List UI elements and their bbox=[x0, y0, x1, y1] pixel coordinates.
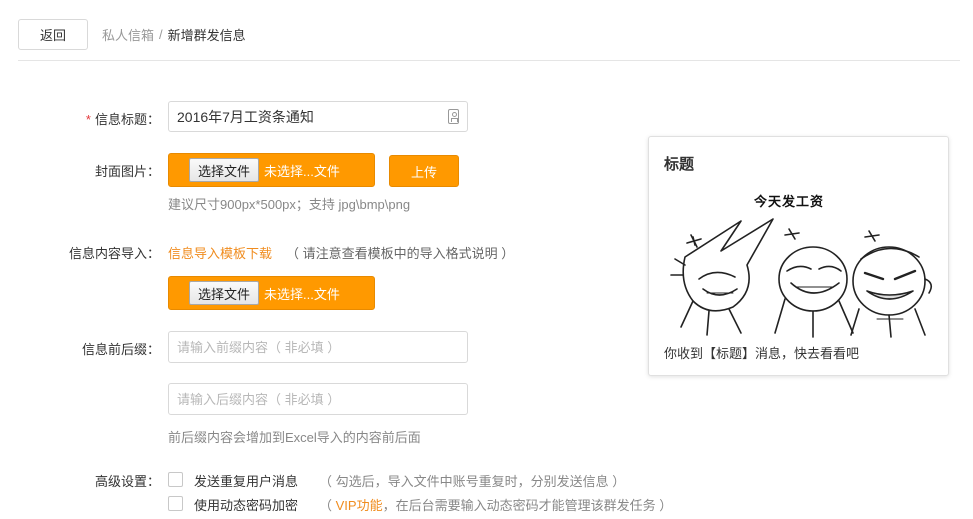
id-card-icon[interactable] bbox=[448, 109, 459, 124]
cover-file-picker[interactable]: 选择文件 未选择...文件 bbox=[168, 153, 375, 187]
message-preview-card: 标题 今天发工资 你收到【标题】消息，快去看看吧 bbox=[648, 136, 949, 376]
required-mark: * bbox=[85, 112, 91, 127]
dynamic-password-option-label[interactable]: 使用动态密码加密 bbox=[194, 495, 298, 514]
title-label-text: 信息标题： bbox=[94, 112, 160, 127]
note-rest: ，在后台需要输入动态密码才能管理该群发任务 ） bbox=[382, 498, 673, 513]
template-note: （ 请注意查看模板中的导入格式说明 ） bbox=[286, 246, 515, 261]
preview-banner-text: 今天发工资 bbox=[754, 194, 825, 209]
advanced-label: 高级设置： bbox=[94, 474, 160, 489]
cover-hint: 建议尺寸900px*500px；支持 jpg\bmp\png bbox=[168, 197, 411, 212]
dynamic-password-option-note: （ VIP功能，在后台需要输入动态密码才能管理该群发任务 ） bbox=[319, 495, 672, 514]
cover-choose-file-button[interactable]: 选择文件 bbox=[189, 158, 260, 182]
prefix-input[interactable] bbox=[168, 331, 468, 363]
header-divider bbox=[18, 60, 960, 61]
breadcrumb-parent[interactable]: 私人信箱 bbox=[102, 25, 154, 44]
title-input[interactable] bbox=[168, 101, 468, 132]
preview-cartoon-image bbox=[670, 218, 933, 338]
template-download-link[interactable]: 信息导入模板下载 bbox=[168, 243, 272, 262]
preview-message: 你收到【标题】消息，快去看看吧 bbox=[664, 346, 860, 361]
affix-hint: 前后缀内容会增加到Excel导入的内容前后面 bbox=[168, 430, 421, 445]
breadcrumb: 私人信箱 / 新增群发信息 bbox=[102, 25, 246, 44]
cover-label: 封面图片： bbox=[94, 164, 160, 179]
title-label: * 信息标题： bbox=[0, 109, 160, 128]
cover-file-status: 未选择...文件 bbox=[264, 163, 340, 179]
import-file-status: 未选择...文件 bbox=[264, 286, 340, 302]
top-bar: 返回 私人信箱 / 新增群发信息 bbox=[18, 19, 246, 50]
breadcrumb-separator: / bbox=[159, 27, 163, 42]
vip-feature-tag: VIP功能 bbox=[335, 498, 383, 513]
breadcrumb-current: 新增群发信息 bbox=[167, 28, 246, 43]
resend-checkbox[interactable] bbox=[168, 472, 183, 487]
resend-option-note: （ 勾选后，导入文件中账号重复时，分别发送信息 ） bbox=[319, 474, 626, 489]
affix-label: 信息前后缀： bbox=[81, 342, 160, 357]
title-field-wrap bbox=[168, 101, 468, 132]
import-choose-file-button[interactable]: 选择文件 bbox=[189, 281, 260, 305]
import-label: 信息内容导入： bbox=[68, 246, 160, 261]
upload-button[interactable]: 上传 bbox=[389, 155, 459, 187]
suffix-input[interactable] bbox=[168, 383, 468, 415]
back-button[interactable]: 返回 bbox=[18, 19, 88, 50]
note-open-paren: （ bbox=[319, 498, 336, 513]
dynamic-password-checkbox[interactable] bbox=[168, 496, 183, 511]
preview-title: 标题 bbox=[664, 156, 695, 173]
import-file-picker[interactable]: 选择文件 未选择...文件 bbox=[168, 276, 375, 310]
resend-option-label[interactable]: 发送重复用户消息 bbox=[194, 471, 298, 490]
